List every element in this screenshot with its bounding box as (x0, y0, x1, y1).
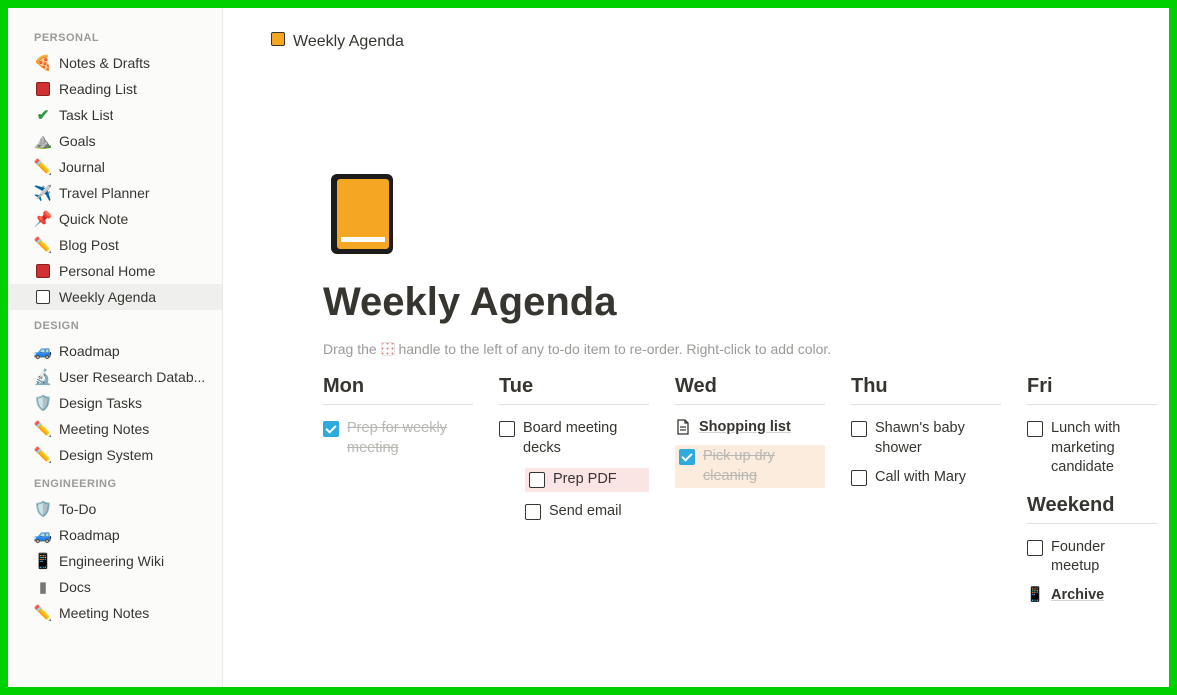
airplane-icon: ✈️ (34, 184, 52, 202)
todo-item[interactable]: Shawn's baby shower (851, 419, 1001, 458)
todo-item[interactable]: Call with Mary (851, 468, 1001, 488)
todo-label: Pick up dry cleaning (703, 447, 821, 486)
sidebar-item-blog-post[interactable]: ✏️Blog Post (8, 232, 222, 258)
pencil-icon: ✏️ (34, 420, 52, 438)
sidebar-item-personal-home[interactable]: Personal Home (8, 258, 222, 284)
page-link[interactable]: Shopping list (675, 419, 825, 435)
col-heading-mon[interactable]: Mon (323, 375, 473, 405)
redbook-icon (34, 80, 52, 98)
todo-label: Send email (549, 502, 622, 522)
col-heading-weekend[interactable]: Weekend (1027, 494, 1157, 524)
checkbox[interactable] (499, 421, 515, 437)
todo-label: Prep PDF (553, 470, 617, 490)
page-title[interactable]: Weekly Agenda (323, 280, 1169, 325)
checkbox[interactable] (323, 421, 339, 437)
check-icon: ✔ (34, 106, 52, 124)
shield-icon: 🛡️ (34, 500, 52, 518)
sidebar-item-design-tasks[interactable]: 🛡️Design Tasks (8, 390, 222, 416)
shield-icon: 🛡️ (34, 394, 52, 412)
checkbox[interactable] (1027, 540, 1043, 556)
phone-icon: 📱 (34, 552, 52, 570)
col-heading-thu[interactable]: Thu (851, 375, 1001, 405)
sidebar-item-design-system[interactable]: ✏️Design System (8, 442, 222, 468)
pin-icon: 📌 (34, 210, 52, 228)
todo-item[interactable]: Prep for weekly meeting (323, 419, 473, 458)
pencil-icon: ✏️ (34, 604, 52, 622)
sidebar-item-eng-wiki[interactable]: 📱Engineering Wiki (8, 548, 222, 574)
checkbox[interactable] (529, 472, 545, 488)
hint-text: Drag the handle to the left of any to-do… (323, 341, 1169, 357)
pencil-icon: ✏️ (34, 446, 52, 464)
todo-label: Founder meetup (1051, 538, 1157, 577)
col-heading-wed[interactable]: Wed (675, 375, 825, 405)
checkbox[interactable] (525, 504, 541, 520)
col-heading-tue[interactable]: Tue (499, 375, 649, 405)
doc-icon: ▮ (34, 578, 52, 596)
sidebar-item-quick-note[interactable]: 📌Quick Note (8, 206, 222, 232)
col-heading-fri[interactable]: Fri (1027, 375, 1157, 405)
section-title-engineering: ENGINEERING (8, 474, 222, 496)
page-content: Weekly Agenda Drag the handle to the lef… (223, 51, 1169, 653)
car-icon: 🚙 (34, 526, 52, 544)
col-thu: Thu Shawn's baby shower Call with Mary (851, 375, 1001, 498)
sidebar-item-eng-meeting-notes[interactable]: ✏️Meeting Notes (8, 600, 222, 626)
sidebar: PERSONAL 🍕Notes & Drafts Reading List ✔T… (8, 8, 223, 687)
col-fri: Fri Lunch with marketing candidate Weeke… (1027, 375, 1157, 613)
todo-label: Shawn's baby shower (875, 419, 1001, 458)
todo-item[interactable]: Pick up dry cleaning (675, 445, 825, 488)
sidebar-item-todo[interactable]: 🛡️To-Do (8, 496, 222, 522)
col-tue: Tue Board meeting decks Prep PDF Send em… (499, 375, 649, 531)
section-title-personal: PERSONAL (8, 28, 222, 50)
checkbox[interactable] (851, 470, 867, 486)
pencil-icon: ✏️ (34, 158, 52, 176)
car-icon: 🚙 (34, 342, 52, 360)
sidebar-item-goals[interactable]: ⛰️Goals (8, 128, 222, 154)
page-link-label: Shopping list (699, 419, 791, 435)
breadcrumb[interactable]: Weekly Agenda (223, 8, 1169, 51)
todo-item[interactable]: Board meeting decks (499, 419, 649, 458)
breadcrumb-icon (271, 32, 285, 51)
todo-label: Lunch with marketing candidate (1051, 419, 1157, 478)
todo-item[interactable]: Send email (525, 502, 649, 522)
todo-label: Prep for weekly meeting (347, 419, 473, 458)
page-link-label: Archive (1051, 587, 1104, 603)
checkbox[interactable] (679, 449, 695, 465)
drag-handle-icon (381, 342, 395, 356)
mountain-icon: ⛰️ (34, 132, 52, 150)
pizza-icon: 🍕 (34, 54, 52, 72)
col-wed: Wed Shopping list Pick up dry cleaning (675, 375, 825, 498)
checkbox[interactable] (1027, 421, 1043, 437)
page-link[interactable]: 📱 Archive (1027, 587, 1157, 603)
microscope-icon: 🔬 (34, 368, 52, 386)
col-mon: Mon Prep for weekly meeting (323, 375, 473, 468)
sidebar-item-weekly-agenda[interactable]: Weekly Agenda (8, 284, 222, 310)
page-icon (675, 419, 691, 435)
phone-icon: 📱 (1027, 587, 1043, 603)
sidebar-item-reading-list[interactable]: Reading List (8, 76, 222, 102)
sidebar-item-task-list[interactable]: ✔Task List (8, 102, 222, 128)
notebook-icon (34, 288, 52, 306)
checkbox[interactable] (851, 421, 867, 437)
sidebar-item-eng-roadmap[interactable]: 🚙Roadmap (8, 522, 222, 548)
redbook-icon (34, 262, 52, 280)
page-icon[interactable] (323, 171, 399, 257)
section-title-design: DESIGN (8, 316, 222, 338)
todo-label: Board meeting decks (523, 419, 649, 458)
pencil-icon: ✏️ (34, 236, 52, 254)
sidebar-item-travel-planner[interactable]: ✈️Travel Planner (8, 180, 222, 206)
columns: Mon Prep for weekly meeting Tue Board me… (323, 375, 1169, 613)
main: Weekly Agenda Weekly Agenda Drag the han… (223, 8, 1169, 687)
sidebar-item-meeting-notes[interactable]: ✏️Meeting Notes (8, 416, 222, 442)
sidebar-item-journal[interactable]: ✏️Journal (8, 154, 222, 180)
sidebar-item-docs[interactable]: ▮Docs (8, 574, 222, 600)
todo-item[interactable]: Lunch with marketing candidate (1027, 419, 1157, 478)
sidebar-item-roadmap[interactable]: 🚙Roadmap (8, 338, 222, 364)
sidebar-item-user-research[interactable]: 🔬User Research Datab... (8, 364, 222, 390)
todo-label: Call with Mary (875, 468, 966, 488)
todo-item[interactable]: Founder meetup (1027, 538, 1157, 577)
sidebar-item-notes-drafts[interactable]: 🍕Notes & Drafts (8, 50, 222, 76)
breadcrumb-label: Weekly Agenda (293, 33, 404, 51)
todo-item[interactable]: Prep PDF (525, 468, 649, 492)
